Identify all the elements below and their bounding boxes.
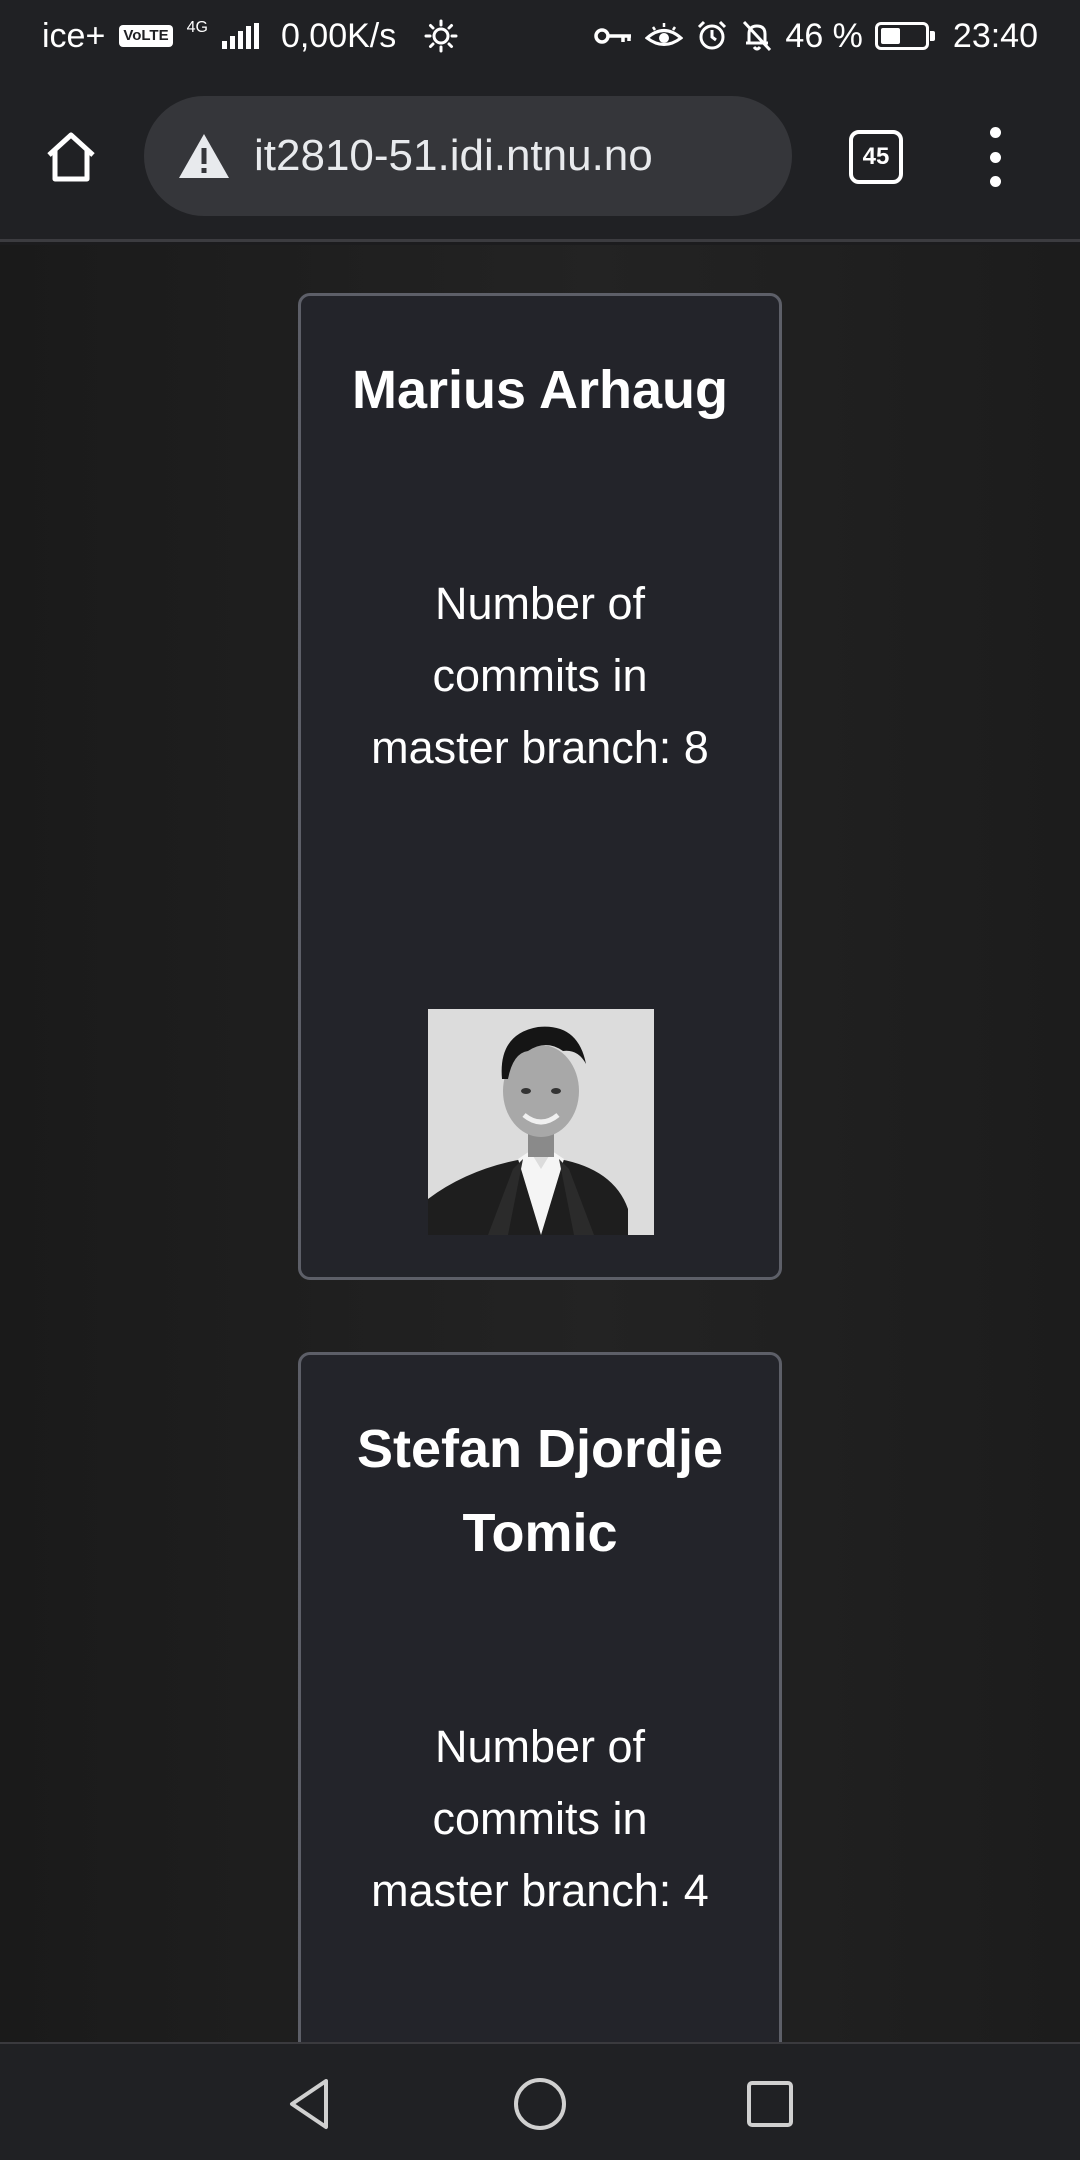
back-icon — [290, 2079, 328, 2129]
tabs-button[interactable]: 45 — [849, 130, 903, 184]
signal-icon — [221, 23, 259, 49]
warning-icon[interactable] — [176, 131, 232, 181]
clock: 23:40 — [952, 16, 1038, 55]
profile-photo — [428, 1009, 654, 1235]
url-text[interactable]: it2810-51.idi.ntnu.no — [254, 131, 653, 181]
back-button[interactable] — [279, 2074, 339, 2134]
status-right: 46 % 23:40 — [593, 17, 1038, 56]
contributor-card: Marius Arhaug Number of commits in maste… — [298, 293, 782, 1280]
browser-toolbar: it2810-51.idi.ntnu.no 45 — [0, 72, 1080, 242]
page-content[interactable]: Marius Arhaug Number of commits in maste… — [0, 245, 1080, 2042]
navigation-bar — [0, 2042, 1080, 2160]
recents-icon — [747, 2081, 793, 2127]
url-bar[interactable]: it2810-51.idi.ntnu.no — [144, 96, 792, 216]
screen: ice+ VoLTE 4G 0,00K/s 46 % 23:40 it2810-… — [0, 0, 1080, 2160]
eye-comfort-icon — [645, 21, 684, 51]
volte-badge: VoLTE — [119, 25, 173, 47]
contributor-name: Marius Arhaug — [351, 360, 729, 420]
contributor-card: Stefan Djordje Tomic Number of commits i… — [298, 1352, 782, 2042]
home-circle-icon — [514, 2078, 566, 2130]
carrier-name: ice+ — [42, 16, 106, 55]
commit-count: Number of commits in master branch: 8 — [371, 578, 709, 773]
home-nav-button[interactable] — [510, 2074, 570, 2134]
contributor-name: Stefan Djordje Tomic — [356, 1419, 724, 1563]
commit-count: Number of commits in master branch: 4 — [371, 1721, 709, 1916]
home-button[interactable] — [38, 124, 104, 190]
battery-icon — [874, 22, 935, 50]
vpn-key-icon — [593, 24, 633, 48]
network-type: 4G — [186, 19, 208, 36]
tab-count: 45 — [862, 143, 890, 170]
status-left: ice+ VoLTE 4G 0,00K/s — [42, 17, 458, 56]
more-vert-icon[interactable] — [980, 127, 1010, 187]
net-speed: 0,00K/s — [280, 16, 397, 55]
status-bar: ice+ VoLTE 4G 0,00K/s 46 % 23:40 — [0, 0, 1080, 72]
home-icon — [47, 132, 95, 182]
battery-percent: 46 % — [785, 16, 863, 55]
bell-off-icon — [741, 19, 773, 53]
recents-button[interactable] — [740, 2074, 800, 2134]
alarm-icon — [695, 19, 729, 53]
battery-fill — [880, 28, 901, 44]
brightness-icon — [424, 19, 458, 53]
